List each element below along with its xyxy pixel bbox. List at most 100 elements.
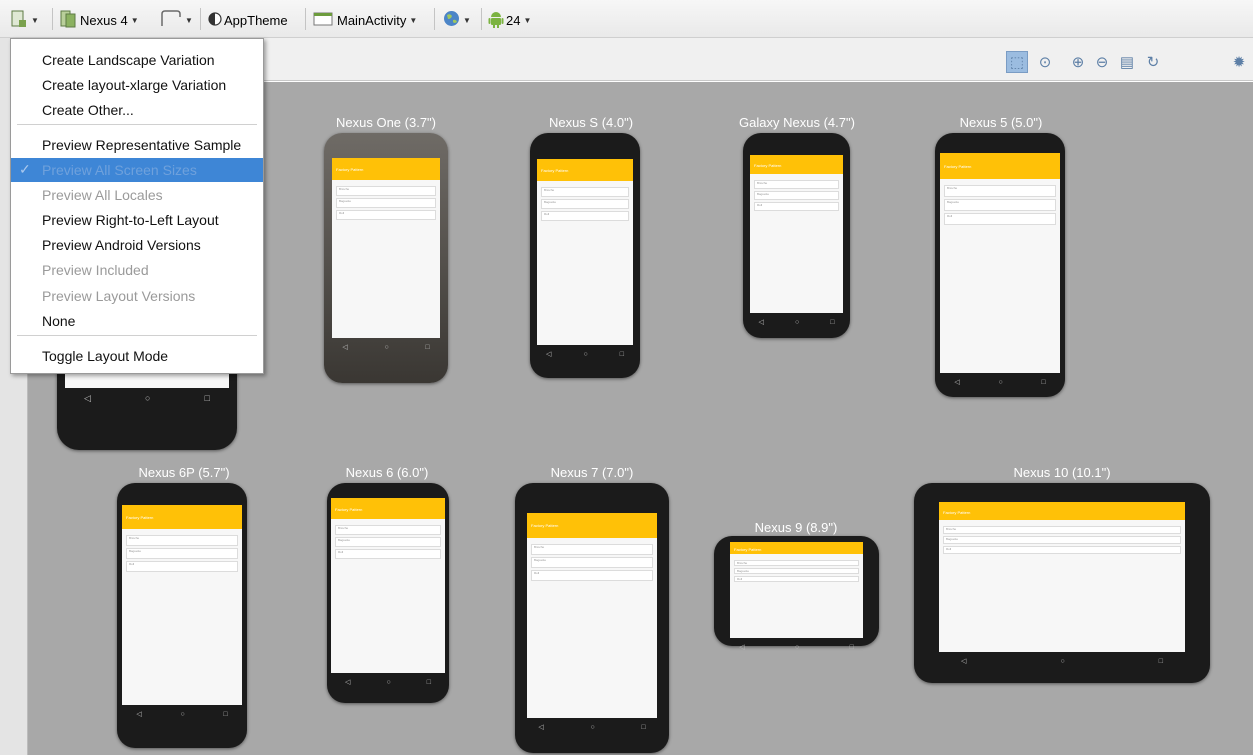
device-frame-nexus-6[interactable]: Factory Pattern Brioche Baguette Roll ◁ ○ □ xyxy=(327,483,449,703)
nav-icon: □ xyxy=(223,710,228,718)
menu-item[interactable]: Preview Right-to-Left Layout xyxy=(11,208,263,232)
device-label: Nexus 7 (7.0") xyxy=(550,465,634,480)
check-icon: ✓ xyxy=(19,161,31,177)
text-field: Baguette xyxy=(943,536,1181,544)
nav-icon: ◁ xyxy=(345,679,351,686)
text-field: Baguette xyxy=(335,537,441,547)
zoom-to-fit-button[interactable]: ⬚ xyxy=(1006,51,1028,73)
text-field: Brioche xyxy=(335,525,441,535)
device-screen: Factory Pattern Brioche Baguette Roll xyxy=(332,158,440,338)
nav-icon: □ xyxy=(426,678,431,686)
device-label: Nexus 10 (10.1") xyxy=(1013,465,1111,480)
app-title: Factory Pattern xyxy=(754,163,782,168)
nav-icon: □ xyxy=(830,318,835,326)
nav-icon: ○ xyxy=(145,393,151,403)
nav-icon: ○ xyxy=(794,643,800,651)
nav-bar: ◁ ○ □ xyxy=(530,347,640,361)
zoom-out-button[interactable]: ⊖ xyxy=(1091,51,1113,73)
refresh-icon: ↻ xyxy=(1146,54,1160,71)
text-field: Brioche xyxy=(943,526,1181,534)
toolbar-separator xyxy=(481,8,482,30)
nav-icon: ○ xyxy=(1060,657,1065,665)
nav-icon: ◁ xyxy=(538,724,544,731)
theme-icon xyxy=(208,11,222,29)
menu-item[interactable]: Create Other... xyxy=(11,98,263,122)
refresh-button[interactable]: ↻ xyxy=(1142,51,1164,73)
locale-selector[interactable]: ▼ xyxy=(443,9,471,31)
device-screen: Factory Pattern Brioche Baguette Roll xyxy=(122,505,242,705)
screenshot-button[interactable]: ▤ xyxy=(1116,51,1138,73)
nav-bar: ◁ ○ □ xyxy=(324,340,448,354)
text-field: Brioche xyxy=(754,180,839,189)
text-field: Roll xyxy=(734,576,859,582)
menu-item[interactable]: Create layout-xlarge Variation xyxy=(11,73,263,97)
menu-item[interactable]: Create Landscape Variation xyxy=(11,48,263,72)
settings-button[interactable]: ✹ xyxy=(1228,51,1250,73)
text-field: Brioche xyxy=(734,560,859,566)
zoom-in-icon: ⊕ xyxy=(1071,54,1085,71)
text-field: Roll xyxy=(126,561,238,572)
menu-item[interactable]: ✓ Preview All Screen Sizes xyxy=(11,158,263,182)
nav-icon: ○ xyxy=(794,318,800,326)
activity-name: MainActivity xyxy=(337,12,407,28)
menu-item-label: Create Landscape Variation xyxy=(42,52,215,68)
toolbar-separator xyxy=(52,8,53,30)
device-frame-nexus-6p[interactable]: Factory Pattern Brioche Baguette Roll ◁ ○ □ xyxy=(117,483,247,748)
menu-item: Preview Layout Versions xyxy=(11,284,263,308)
text-field: Baguette xyxy=(126,548,238,559)
menu-item-label: Preview Representative Sample xyxy=(42,137,242,153)
menu-item[interactable]: None xyxy=(11,309,263,333)
zoom-in-button[interactable]: ⊕ xyxy=(1067,51,1089,73)
configuration-button[interactable]: ▼ xyxy=(10,9,39,31)
app-bar: Factory Pattern xyxy=(331,498,445,519)
menu-item[interactable]: Preview Android Versions xyxy=(11,233,263,257)
device-label: Nexus 5 (5.0") xyxy=(959,115,1043,130)
device-label: Nexus 6 (6.0") xyxy=(345,465,429,480)
device-frame-nexus-5[interactable]: Factory Pattern Brioche Baguette Roll ◁ ○ □ xyxy=(935,133,1065,397)
nav-icon: ◁ xyxy=(546,351,552,358)
configuration-menu: Create Landscape Variation Create layout-… xyxy=(10,38,264,374)
layout-editor-toolbar: ▼ Nexus 4 ▼ ▼ AppTheme MainActivity ▼ ▼ xyxy=(0,0,1253,38)
app-bar: Factory Pattern xyxy=(332,158,440,180)
nav-icon: ○ xyxy=(180,710,185,718)
nav-icon: □ xyxy=(849,643,854,651)
nav-icon: ◁ xyxy=(342,344,348,351)
app-bar: Factory Pattern xyxy=(939,502,1185,520)
device-frame-nexus-one[interactable]: Factory Pattern Brioche Baguette Roll ◁ ○ □ xyxy=(324,133,448,383)
toolbar-separator xyxy=(434,8,435,30)
layout-file-icon xyxy=(10,10,28,31)
device-frame-nexus-9[interactable]: Factory Pattern Brioche Baguette Roll ◁ ○ □ xyxy=(714,536,879,651)
device-frame-nexus-7[interactable]: Factory Pattern Brioche Baguette Roll ◁ ○ □ xyxy=(515,483,669,753)
nav-bar: ◁ ○ □ xyxy=(743,315,850,329)
api-level-selector[interactable]: 24 ▼ xyxy=(488,9,531,31)
device-frame-galaxy-nexus[interactable]: Factory Pattern Brioche Baguette Roll ◁ ○ □ xyxy=(743,133,850,338)
nav-icon: □ xyxy=(619,350,624,358)
device-screen: Factory Pattern Brioche Baguette Roll xyxy=(750,155,843,313)
menu-item[interactable]: Preview Representative Sample xyxy=(11,133,263,157)
nav-icon: □ xyxy=(641,723,646,731)
menu-item[interactable]: Toggle Layout Mode xyxy=(11,344,263,368)
orientation-button[interactable]: ▼ xyxy=(160,9,193,31)
menu-item-label: Preview All Screen Sizes xyxy=(42,162,197,178)
activity-selector[interactable]: MainActivity ▼ xyxy=(313,9,417,31)
nav-icon: ◁ xyxy=(758,319,764,326)
text-field: Roll xyxy=(336,210,436,220)
menu-item: Preview Included xyxy=(11,258,263,282)
nav-bar: ◁ ○ □ xyxy=(914,654,1210,668)
device-frame-nexus-10[interactable]: Factory Pattern Brioche Baguette Roll ◁ ○ □ xyxy=(914,483,1210,683)
toolbar-separator xyxy=(200,8,201,30)
gear-icon: ✹ xyxy=(1232,54,1246,71)
nav-icon: ◁ xyxy=(961,658,967,665)
menu-item: Preview All Locales xyxy=(11,183,263,207)
app-title: Factory Pattern xyxy=(944,164,972,169)
text-field: Brioche xyxy=(944,185,1056,197)
actual-size-button[interactable]: ⊙ xyxy=(1034,51,1056,73)
device-screen: Factory Pattern Brioche Baguette Roll xyxy=(730,542,863,638)
theme-selector[interactable]: AppTheme xyxy=(208,9,288,31)
nav-icon: ◁ xyxy=(954,379,960,386)
text-field: Brioche xyxy=(531,544,653,555)
app-bar: Factory Pattern xyxy=(527,513,657,538)
device-selector[interactable]: Nexus 4 ▼ xyxy=(60,9,139,31)
device-frame-nexus-s[interactable]: Factory Pattern Brioche Baguette Roll ◁ ○ □ xyxy=(530,133,640,378)
device-label: Galaxy Nexus (4.7") xyxy=(739,115,855,130)
